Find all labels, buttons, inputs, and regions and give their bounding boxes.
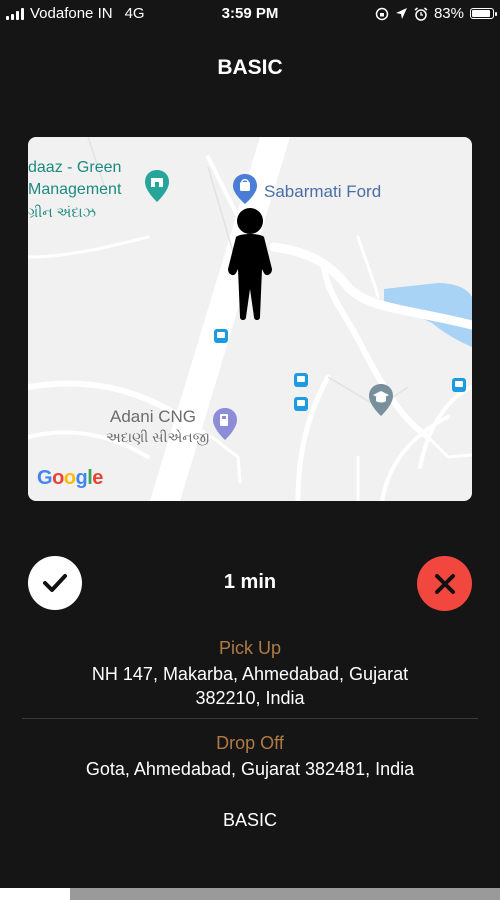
timer-progress-bar xyxy=(0,888,500,900)
bus-stop-icon[interactable] xyxy=(294,373,308,387)
person-marker-icon xyxy=(228,208,272,320)
bus-stop-icon[interactable] xyxy=(294,397,308,411)
map-label-green-management-2: Management xyxy=(28,181,122,198)
battery-percent: 83% xyxy=(433,5,464,22)
google-logo: Google xyxy=(37,467,103,490)
map-view[interactable]: daaz - Green Management ગ્રીન અંદાઝ Saba… xyxy=(28,137,472,501)
dropoff-label: Drop Off xyxy=(216,733,284,753)
place-marker-icon[interactable] xyxy=(144,169,170,203)
shopping-marker-icon[interactable] xyxy=(232,173,258,205)
bus-stop-icon[interactable] xyxy=(214,329,228,343)
alarm-icon xyxy=(414,6,428,21)
pickup-address-line2: 382210, India xyxy=(195,688,305,708)
reject-button[interactable] xyxy=(417,556,472,611)
divider xyxy=(22,718,478,719)
google-logo-letter-3: o xyxy=(63,467,76,489)
timer-progress-fill xyxy=(0,888,70,900)
gas-station-marker-icon[interactable] xyxy=(212,407,238,441)
map-label-green-management-local: ગ્રીન અંદાઝ xyxy=(28,204,96,220)
map-label-green-management-1: daaz - Green xyxy=(28,159,122,176)
location-arrow-icon xyxy=(395,8,407,19)
close-icon xyxy=(434,573,455,594)
pickup-address-line1: NH 147, Makarba, Ahmedabad, Gujarat xyxy=(91,664,409,684)
google-logo-letter-1: G xyxy=(37,467,53,489)
pickup-label: Pick Up xyxy=(218,638,281,658)
dropoff-address: Gota, Ahmedabad, Gujarat 382481, India xyxy=(85,759,415,779)
map-label-adani-cng: Adani CNG xyxy=(110,407,196,426)
status-bar: Vodafone IN 4G 3:59 PM 83% xyxy=(0,0,500,28)
google-logo-letter-6: e xyxy=(92,467,103,489)
map-label-adani-cng-local: અદાણી સીએનજી xyxy=(106,429,210,445)
google-logo-letter-4: g xyxy=(75,467,88,489)
page-title: BASIC xyxy=(217,56,283,79)
ride-action-row: 1 min xyxy=(0,556,500,611)
bus-stop-icon[interactable] xyxy=(452,378,466,392)
map-label-sabarmati-ford: Sabarmati Ford xyxy=(264,182,382,201)
battery-icon xyxy=(470,8,497,19)
school-marker-icon[interactable] xyxy=(368,383,394,417)
google-logo-letter-2: o xyxy=(52,467,64,489)
ride-category: BASIC xyxy=(222,810,278,830)
rotation-lock-icon xyxy=(375,7,389,20)
status-right: 83% xyxy=(375,5,497,22)
